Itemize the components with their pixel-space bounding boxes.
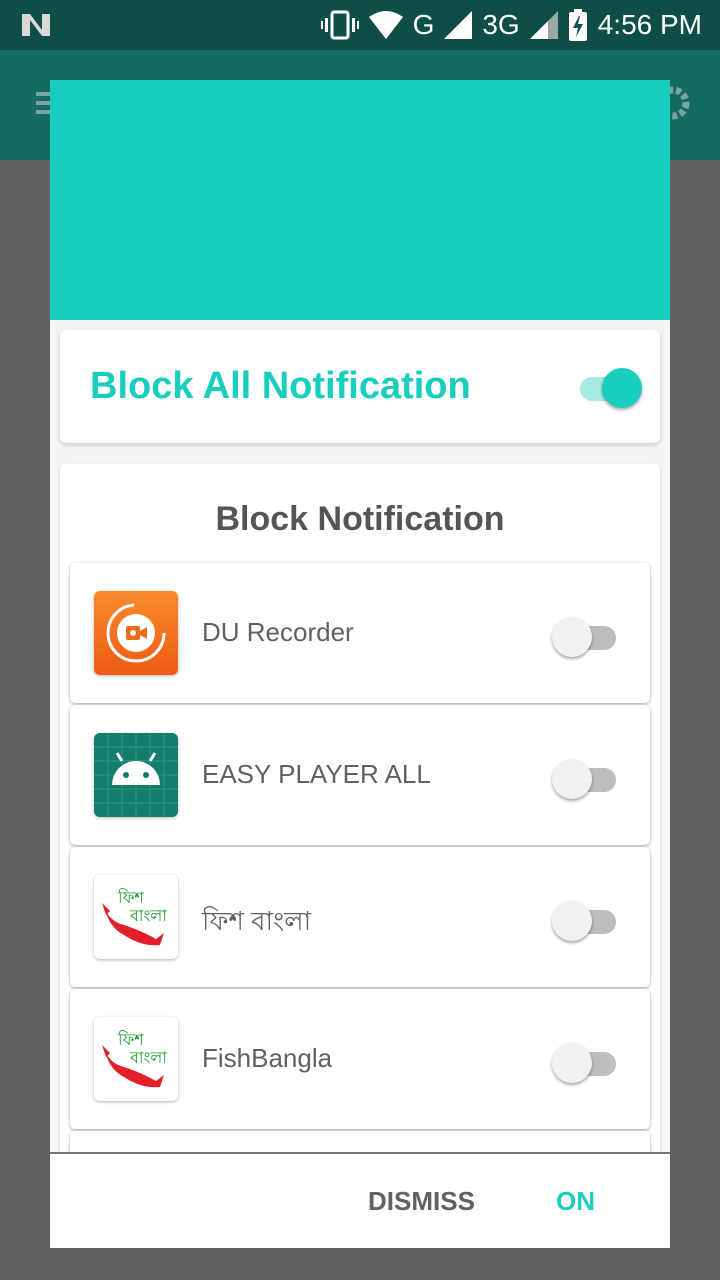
block-all-label: Block All Notification bbox=[90, 365, 471, 407]
app-name: EASY PLAYER ALL bbox=[202, 759, 431, 789]
on-button[interactable]: ON bbox=[556, 1186, 595, 1217]
svg-text:ফিশ: ফিশ bbox=[117, 1030, 144, 1049]
switch-thumb bbox=[552, 901, 592, 941]
app-block-switch[interactable] bbox=[552, 1039, 618, 1083]
dismiss-button[interactable]: DISMISS bbox=[368, 1186, 475, 1217]
switch-thumb bbox=[552, 617, 592, 657]
network-type-3g: 3G bbox=[482, 9, 520, 40]
block-all-switch[interactable] bbox=[576, 364, 642, 408]
svg-text:বাংলা: বাংলা bbox=[129, 906, 167, 925]
app-name: ফিশ বাংলা bbox=[202, 906, 312, 936]
app-block-switch[interactable] bbox=[552, 897, 618, 941]
vibrate-icon bbox=[320, 10, 359, 40]
switch-thumb bbox=[602, 368, 642, 408]
block-all-card: Block All Notification bbox=[60, 330, 660, 443]
network-type-g: G bbox=[412, 9, 435, 40]
block-notification-dialog: Block All Notification Block Notificatio… bbox=[50, 80, 670, 1248]
svg-text:ফিশ: ফিশ bbox=[117, 888, 144, 907]
clock: 4:56 PM bbox=[597, 9, 702, 40]
android-icon bbox=[94, 733, 178, 817]
list-item[interactable]: ফিশ বাংলা ফিশ বাংলা bbox=[70, 847, 650, 987]
battery-charging-icon bbox=[568, 9, 587, 41]
svg-text:বাংলা: বাংলা bbox=[129, 1048, 167, 1067]
notification-n-icon bbox=[22, 14, 50, 36]
list-title: Block Notification bbox=[215, 500, 505, 538]
status-bar: G 3G 4:56 PM bbox=[0, 0, 720, 50]
fish-bangla-icon: ফিশ বাংলা bbox=[94, 875, 178, 959]
block-notification-card: Block Notification DU Recorder EASY PLAY… bbox=[60, 464, 660, 1164]
list-item[interactable]: EASY PLAYER ALL bbox=[70, 705, 650, 845]
app-name: DU Recorder bbox=[202, 617, 354, 647]
dialog-footer: DISMISS ON bbox=[50, 1152, 670, 1248]
list-item[interactable]: ফিশ বাংলা FishBangla bbox=[70, 989, 650, 1129]
fish-bangla-icon: ফিশ বাংলা bbox=[94, 1017, 178, 1101]
signal-icon bbox=[444, 11, 473, 39]
app-block-switch[interactable] bbox=[552, 613, 618, 657]
list-item[interactable]: DU Recorder bbox=[70, 563, 650, 703]
switch-thumb bbox=[552, 1043, 592, 1083]
signal-icon bbox=[529, 11, 558, 39]
du-recorder-icon bbox=[94, 591, 178, 675]
app-block-switch[interactable] bbox=[552, 755, 618, 799]
wifi-icon bbox=[368, 11, 403, 39]
switch-thumb bbox=[552, 759, 592, 799]
dialog-header bbox=[50, 80, 670, 320]
app-name: FishBangla bbox=[202, 1043, 333, 1073]
